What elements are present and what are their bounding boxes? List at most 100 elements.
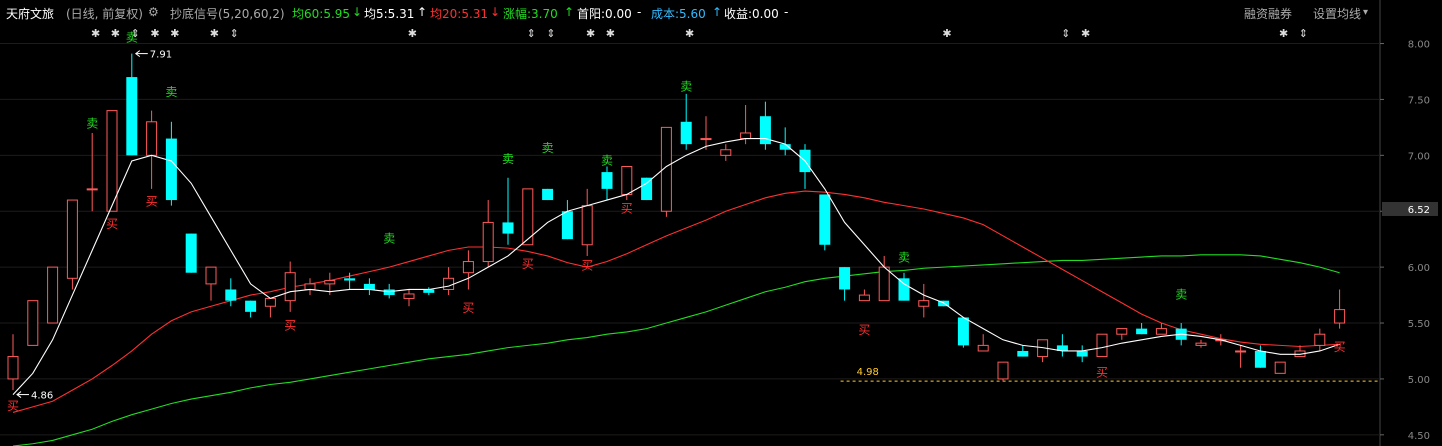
candle-body [304, 283, 316, 290]
candle-body [403, 293, 415, 299]
candle [1076, 345, 1088, 363]
buy-signal-label: 买 [146, 195, 158, 209]
candle [7, 334, 19, 391]
candle [1037, 339, 1049, 363]
candle [47, 266, 59, 324]
candle [245, 300, 257, 318]
y-tick-label: 6.00 [1408, 263, 1430, 274]
candle [779, 127, 791, 156]
candle-body [957, 317, 969, 346]
candle-body [641, 177, 653, 201]
candle [185, 233, 197, 273]
candle [1195, 339, 1207, 348]
candle-body [205, 266, 217, 285]
candle [1056, 334, 1068, 357]
candle-body [621, 166, 633, 195]
candle-body [720, 149, 732, 156]
candle [977, 334, 989, 352]
candle [126, 53, 138, 156]
candle [819, 194, 831, 251]
candle [641, 177, 653, 201]
candle-body [878, 266, 890, 302]
top-signal-marker: ✱ [210, 27, 219, 40]
top-signal-marker: ⇕ [527, 27, 536, 40]
candle [997, 361, 1009, 382]
candle-body [27, 300, 39, 346]
candle [284, 261, 296, 312]
support-line-label: 4.98 [857, 367, 879, 378]
candle [443, 267, 455, 296]
y-tick-label: 5.50 [1408, 319, 1430, 330]
candle [264, 297, 276, 318]
candle [1314, 328, 1326, 351]
candle-body [264, 297, 276, 307]
candle-body [997, 361, 1009, 380]
candle [1017, 345, 1029, 357]
candle-body [839, 267, 851, 290]
candle [27, 300, 39, 346]
candle [601, 166, 613, 201]
candle-body [344, 278, 356, 281]
candle [106, 110, 118, 212]
candle-body [858, 294, 870, 302]
candle [1294, 345, 1306, 358]
candle-body [225, 289, 237, 301]
candle-body [126, 77, 138, 156]
candle [1334, 289, 1346, 329]
candle [86, 132, 98, 212]
top-signal-marker: ✱ [91, 27, 100, 40]
candle [700, 116, 712, 150]
candle-body [898, 278, 910, 301]
top-signal-marker: ✱ [408, 27, 417, 40]
candle-body [324, 280, 336, 285]
y-tick-label: 5.00 [1408, 375, 1430, 386]
candle [660, 126, 672, 217]
candle [839, 267, 851, 301]
candle-body [86, 188, 98, 191]
candle-body [977, 344, 989, 352]
candle [1254, 345, 1266, 368]
sell-signal-label: 卖 [898, 251, 910, 265]
sell-signal-label: 卖 [542, 141, 554, 155]
candle-body [601, 172, 613, 189]
candle-body [1235, 350, 1247, 353]
candle [1136, 323, 1148, 335]
buy-signal-label: 买 [1096, 366, 1108, 380]
candle-body [581, 205, 593, 246]
top-signal-marker: ✱ [111, 27, 120, 40]
candle-body [47, 266, 59, 324]
candle [1235, 345, 1247, 368]
buy-signal-label: 买 [284, 319, 296, 333]
top-signal-marker: ✱ [586, 27, 595, 40]
candle [165, 121, 177, 206]
y-tick-label: 7.50 [1408, 95, 1430, 106]
ma5-line [12, 138, 1340, 395]
candle-body [284, 272, 296, 302]
candle-body [383, 289, 395, 296]
top-signal-marker: ⇕ [230, 27, 239, 40]
candlestick-chart: 8.007.507.006.506.005.505.004.506.524.98… [0, 0, 1438, 446]
candle-body [1195, 342, 1207, 346]
buy-signal-label: 买 [621, 201, 633, 215]
top-signal-marker: ✱ [942, 27, 951, 40]
candle-body [918, 300, 930, 307]
top-signal-marker: ✱ [1081, 27, 1090, 40]
candle [304, 278, 316, 296]
sell-signal-label: 卖 [1175, 287, 1187, 301]
candle-body [502, 222, 514, 234]
candle-body [1076, 350, 1088, 357]
candle [1274, 361, 1286, 374]
candle-body [165, 138, 177, 201]
candle [680, 93, 692, 150]
candle [759, 101, 771, 150]
candle [1096, 333, 1108, 358]
candle-body [245, 300, 257, 312]
sell-signal-label: 卖 [383, 232, 395, 246]
top-signal-marker: ✱ [685, 27, 694, 40]
top-signal-marker: ⇕ [131, 27, 140, 40]
y-tick-label: 7.00 [1408, 151, 1430, 162]
candle [1116, 328, 1128, 340]
candle-body [680, 121, 692, 145]
y-tick-label: 8.00 [1408, 40, 1430, 51]
buy-signal-label: 买 [581, 258, 593, 272]
